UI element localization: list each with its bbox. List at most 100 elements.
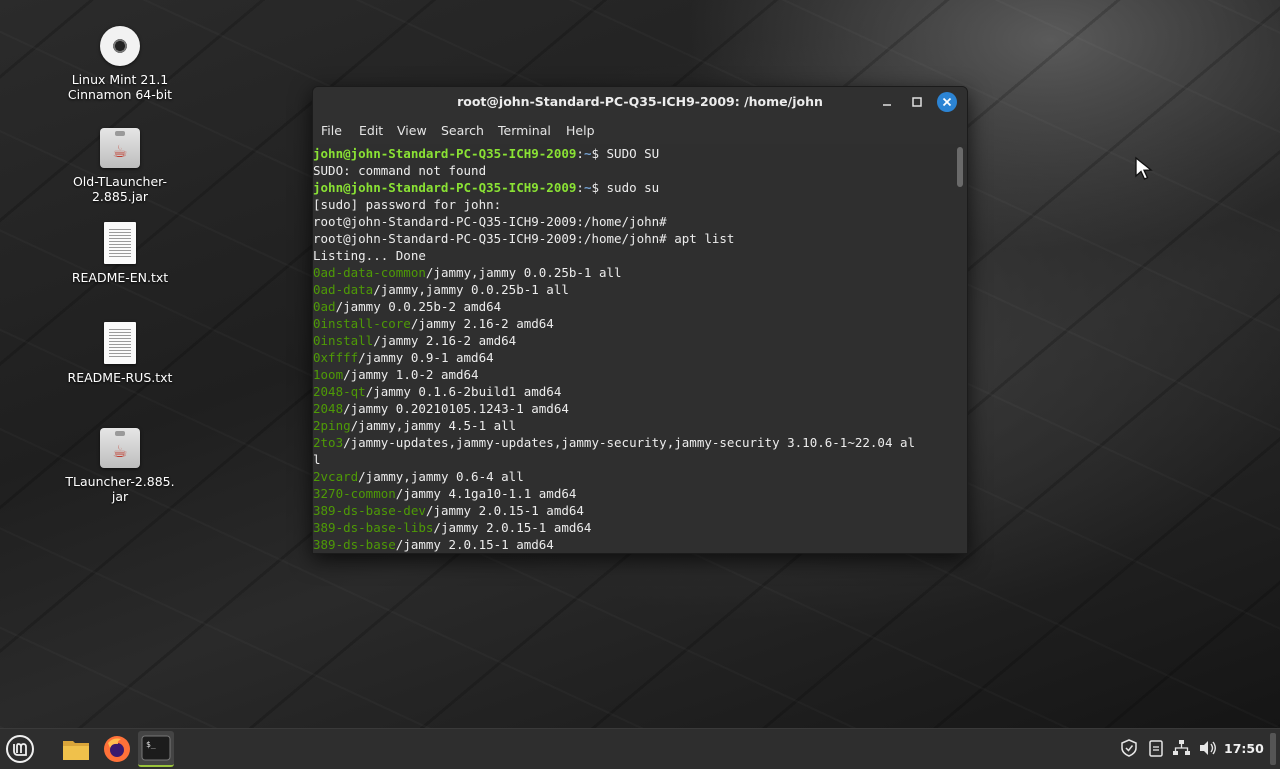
files-launcher[interactable] xyxy=(58,731,94,767)
terminal-line: 0install/jammy 2.16-2 amd64 xyxy=(313,332,957,349)
terminal-line: 3270-common/jammy 4.1ga10-1.1 amd64 xyxy=(313,485,957,502)
output-text: root@john-Standard-PC-Q35-ICH9-2009:/hom… xyxy=(313,231,735,246)
package-details: /jammy,jammy 0.0.25b-1 all xyxy=(373,282,569,297)
terminal-taskbar-button[interactable]: $_ xyxy=(138,731,174,767)
package-name: 2048 xyxy=(313,401,344,416)
output-text: SUDO: command not found xyxy=(313,163,487,178)
package-name: 3270-common xyxy=(313,486,396,501)
package-details: /jammy 2.0.15-1 amd64 xyxy=(395,537,554,552)
close-button[interactable] xyxy=(937,92,957,112)
terminal-output[interactable]: john@john-Standard-PC-Q35-ICH9-2009:~$ S… xyxy=(313,145,967,553)
shield-icon[interactable] xyxy=(1120,739,1138,761)
firefox-launcher[interactable] xyxy=(99,731,135,767)
prompt-separator: : xyxy=(576,180,584,195)
terminal-line: 1oom/jammy 1.0-2 amd64 xyxy=(313,366,957,383)
text-file-icon xyxy=(104,322,136,364)
desktop-icon-linux-mint[interactable]: Linux Mint 21.1 Cinnamon 64-bit xyxy=(60,26,180,102)
taskbar: $_ 17:50 xyxy=(0,728,1280,769)
svg-text:$_: $_ xyxy=(146,740,156,749)
package-name: 389-ds-base-libs xyxy=(313,520,434,535)
window-titlebar[interactable]: root@john-Standard-PC-Q35-ICH9-2009: /ho… xyxy=(313,87,967,117)
terminal-line: 0ad-data-common/jammy,jammy 0.0.25b-1 al… xyxy=(313,264,957,281)
desktop-icon-readme-en[interactable]: README-EN.txt xyxy=(60,222,180,285)
scrollbar-thumb[interactable] xyxy=(957,147,963,187)
desktop-icon-old-tlauncher[interactable]: Old-TLauncher- 2.885.jar xyxy=(60,128,180,204)
mouse-cursor-icon xyxy=(1135,156,1153,180)
package-details: /jammy 0.0.25b-2 amd64 xyxy=(335,299,502,314)
desktop-icon-label: README-EN.txt xyxy=(71,270,169,285)
terminal-line: 2to3/jammy-updates,jammy-updates,jammy-s… xyxy=(313,434,957,451)
clipboard-icon[interactable] xyxy=(1148,739,1164,761)
menu-search[interactable]: Search xyxy=(441,123,484,138)
desktop-icon-label: Linux Mint 21.1 xyxy=(71,72,169,87)
terminal-line: l xyxy=(313,451,957,468)
clock[interactable]: 17:50 xyxy=(1224,741,1264,756)
show-desktop-button[interactable] xyxy=(1270,733,1276,765)
prompt-user: john@john-Standard-PC-Q35-ICH9-2009 xyxy=(313,146,577,161)
package-details: /jammy 2.16-2 amd64 xyxy=(410,316,554,331)
package-name: 0ad xyxy=(313,299,336,314)
package-details: /jammy,jammy 0.0.25b-1 all xyxy=(425,265,622,280)
terminal-window[interactable]: root@john-Standard-PC-Q35-ICH9-2009: /ho… xyxy=(312,86,968,554)
terminal-line: 2ping/jammy,jammy 4.5-1 all xyxy=(313,417,957,434)
terminal-line: [sudo] password for john: xyxy=(313,196,957,213)
menu-edit[interactable]: Edit xyxy=(359,123,383,138)
package-name: 2to3 xyxy=(313,435,344,450)
package-details: /jammy 2.0.15-1 amd64 xyxy=(425,503,584,518)
package-name: 2ping xyxy=(313,418,351,433)
package-details: /jammy 4.1ga10-1.1 amd64 xyxy=(395,486,577,501)
terminal-line: 0install-core/jammy 2.16-2 amd64 xyxy=(313,315,957,332)
package-name: 389-ds-base-dev xyxy=(313,503,426,518)
output-text: root@john-Standard-PC-Q35-ICH9-2009:/hom… xyxy=(313,214,667,229)
package-name: 0install xyxy=(313,333,374,348)
desktop-icon-tlauncher[interactable]: TLauncher-2.885. jar xyxy=(60,428,180,504)
minimize-button[interactable] xyxy=(877,92,897,112)
firefox-icon xyxy=(104,736,130,762)
terminal-lines: john@john-Standard-PC-Q35-ICH9-2009:~$ S… xyxy=(313,145,957,553)
desktop-icon-label: Cinnamon 64-bit xyxy=(67,87,173,102)
terminal-line: 0ad/jammy 0.0.25b-2 amd64 xyxy=(313,298,957,315)
maximize-button[interactable] xyxy=(907,92,927,112)
output-text: [sudo] password for john: xyxy=(313,197,502,212)
network-icon[interactable] xyxy=(1172,739,1190,761)
package-details: /jammy 0.20210105.1243-1 amd64 xyxy=(343,401,569,416)
desktop-icon-label: README-RUS.txt xyxy=(67,370,173,385)
package-details: /jammy 0.1.6-2build1 amd64 xyxy=(365,384,562,399)
desktop-icon-readme-rus[interactable]: README-RUS.txt xyxy=(60,322,180,385)
minimize-icon xyxy=(883,104,891,106)
package-details: /jammy 2.0.15-1 amd64 xyxy=(433,520,592,535)
disc-icon xyxy=(100,26,140,66)
terminal-line: john@john-Standard-PC-Q35-ICH9-2009:~$ S… xyxy=(313,145,957,162)
package-name: 0install-core xyxy=(313,316,411,331)
terminal-icon: $_ xyxy=(141,735,171,761)
terminal-line: Listing... Done xyxy=(313,247,957,264)
mint-menu-button[interactable] xyxy=(2,731,38,767)
desktop-icon-label: Old-TLauncher- xyxy=(72,174,168,189)
terminal-line: 0xffff/jammy 0.9-1 amd64 xyxy=(313,349,957,366)
prompt-command: $ sudo su xyxy=(591,180,660,195)
menu-file[interactable]: File xyxy=(321,123,342,138)
menu-view[interactable]: View xyxy=(397,123,427,138)
volume-icon[interactable] xyxy=(1198,739,1218,761)
package-name: 1oom xyxy=(313,367,344,382)
desktop-icon-label: jar xyxy=(111,489,129,504)
files-icon xyxy=(63,741,89,760)
desktop-icon-label: TLauncher-2.885. xyxy=(65,474,175,489)
jar-icon xyxy=(100,128,140,168)
output-text: Listing... Done xyxy=(313,248,426,263)
package-name: 0xffff xyxy=(313,350,359,365)
terminal-line: 389-ds-base/jammy 2.0.15-1 amd64 xyxy=(313,536,957,553)
prompt-separator: : xyxy=(576,146,584,161)
menu-help[interactable]: Help xyxy=(566,123,595,138)
package-details: /jammy,jammy 0.6-4 all xyxy=(358,469,524,484)
menu-terminal[interactable]: Terminal xyxy=(498,123,551,138)
menu-bar: File Edit View Search Terminal Help xyxy=(313,117,967,144)
prompt-command: $ SUDO SU xyxy=(591,146,660,161)
prompt-user: john@john-Standard-PC-Q35-ICH9-2009 xyxy=(313,180,577,195)
desktop[interactable]: Linux Mint 21.1 Cinnamon 64-bit Old-TLau… xyxy=(0,0,1280,728)
terminal-line: 2048/jammy 0.20210105.1243-1 amd64 xyxy=(313,400,957,417)
terminal-line: 2048-qt/jammy 0.1.6-2build1 amd64 xyxy=(313,383,957,400)
package-name: 389-ds-base xyxy=(313,537,396,552)
text-file-icon xyxy=(104,222,136,264)
terminal-line: SUDO: command not found xyxy=(313,162,957,179)
